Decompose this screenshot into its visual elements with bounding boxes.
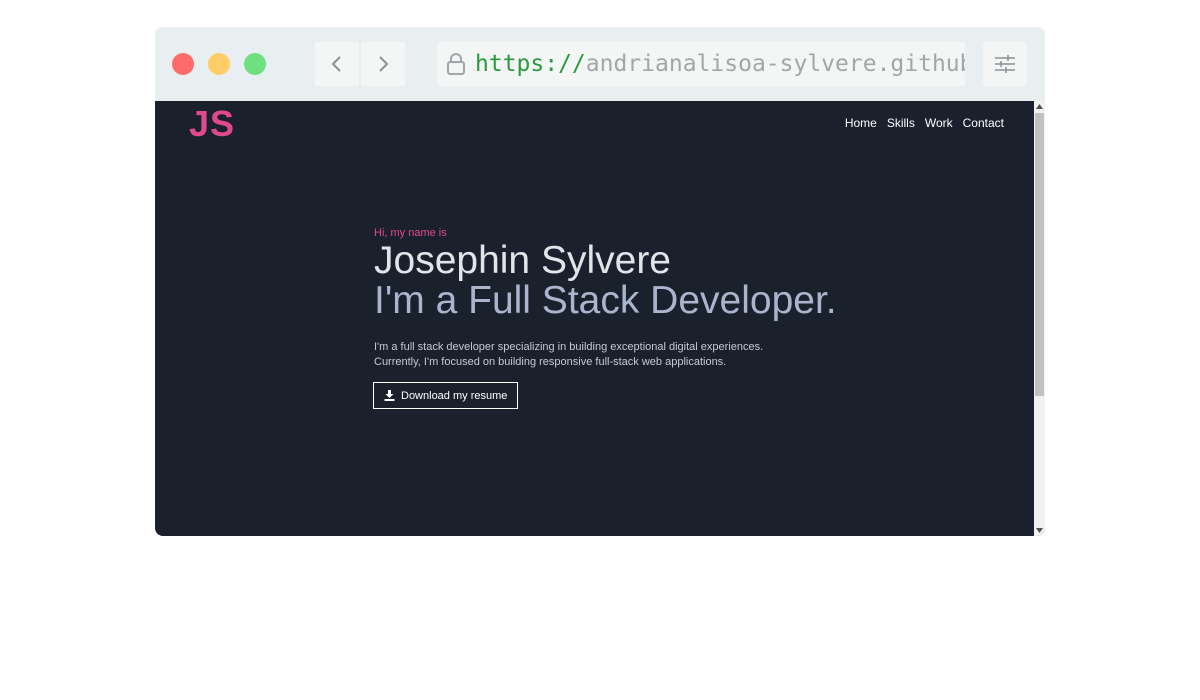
download-resume-button[interactable]: Download my resume bbox=[373, 382, 519, 409]
hero-section: Hi, my name is Josephin Sylvere I'm a Fu… bbox=[373, 227, 934, 409]
nav-contact[interactable]: Contact bbox=[963, 116, 1004, 130]
browser-window: https://andrianalisoa-sylvere.github JS … bbox=[155, 27, 1045, 536]
page-viewport: JS Home Skills Work Contact Hi, my name … bbox=[155, 101, 1045, 536]
site-nav: Home Skills Work Contact bbox=[845, 116, 1004, 130]
maximize-window-button[interactable] bbox=[244, 53, 266, 75]
chevron-right-icon bbox=[379, 56, 389, 72]
scroll-down-arrow-icon[interactable] bbox=[1034, 525, 1045, 536]
hero-name: Josephin Sylvere bbox=[374, 239, 671, 282]
minimize-window-button[interactable] bbox=[208, 53, 230, 75]
nav-work[interactable]: Work bbox=[925, 116, 953, 130]
scroll-up-arrow-icon[interactable] bbox=[1034, 101, 1045, 112]
page-scrollbar[interactable] bbox=[1034, 101, 1045, 536]
url-text: https://andrianalisoa-sylvere.github bbox=[475, 51, 965, 77]
chevron-left-icon bbox=[331, 56, 341, 72]
close-window-button[interactable] bbox=[172, 53, 194, 75]
settings-button[interactable] bbox=[983, 42, 1027, 86]
back-button[interactable] bbox=[315, 42, 359, 86]
scrollbar-thumb[interactable] bbox=[1035, 113, 1044, 396]
hero-greeting: Hi, my name is bbox=[374, 227, 447, 239]
download-resume-label: Download my resume bbox=[401, 389, 508, 402]
url-host: andrianalisoa-sylvere.github bbox=[585, 51, 965, 77]
hero-description-line: I'm a full stack developer specializing … bbox=[374, 341, 764, 353]
nav-home[interactable]: Home bbox=[845, 116, 877, 130]
hero-description: I'm a full stack developer specializing … bbox=[374, 340, 934, 370]
site-logo[interactable]: JS bbox=[189, 103, 235, 145]
hero-description-line: Currently, I'm focused on building respo… bbox=[374, 356, 727, 368]
lock-icon bbox=[445, 52, 467, 76]
forward-button[interactable] bbox=[361, 42, 405, 86]
nav-skills[interactable]: Skills bbox=[887, 116, 915, 130]
hero-role: I'm a Full Stack Developer. bbox=[374, 279, 837, 322]
browser-toolbar: https://andrianalisoa-sylvere.github bbox=[155, 27, 1045, 101]
download-icon bbox=[384, 390, 395, 401]
sliders-icon bbox=[995, 55, 1015, 73]
url-scheme: https:// bbox=[475, 51, 586, 77]
address-bar[interactable]: https://andrianalisoa-sylvere.github bbox=[437, 42, 965, 86]
